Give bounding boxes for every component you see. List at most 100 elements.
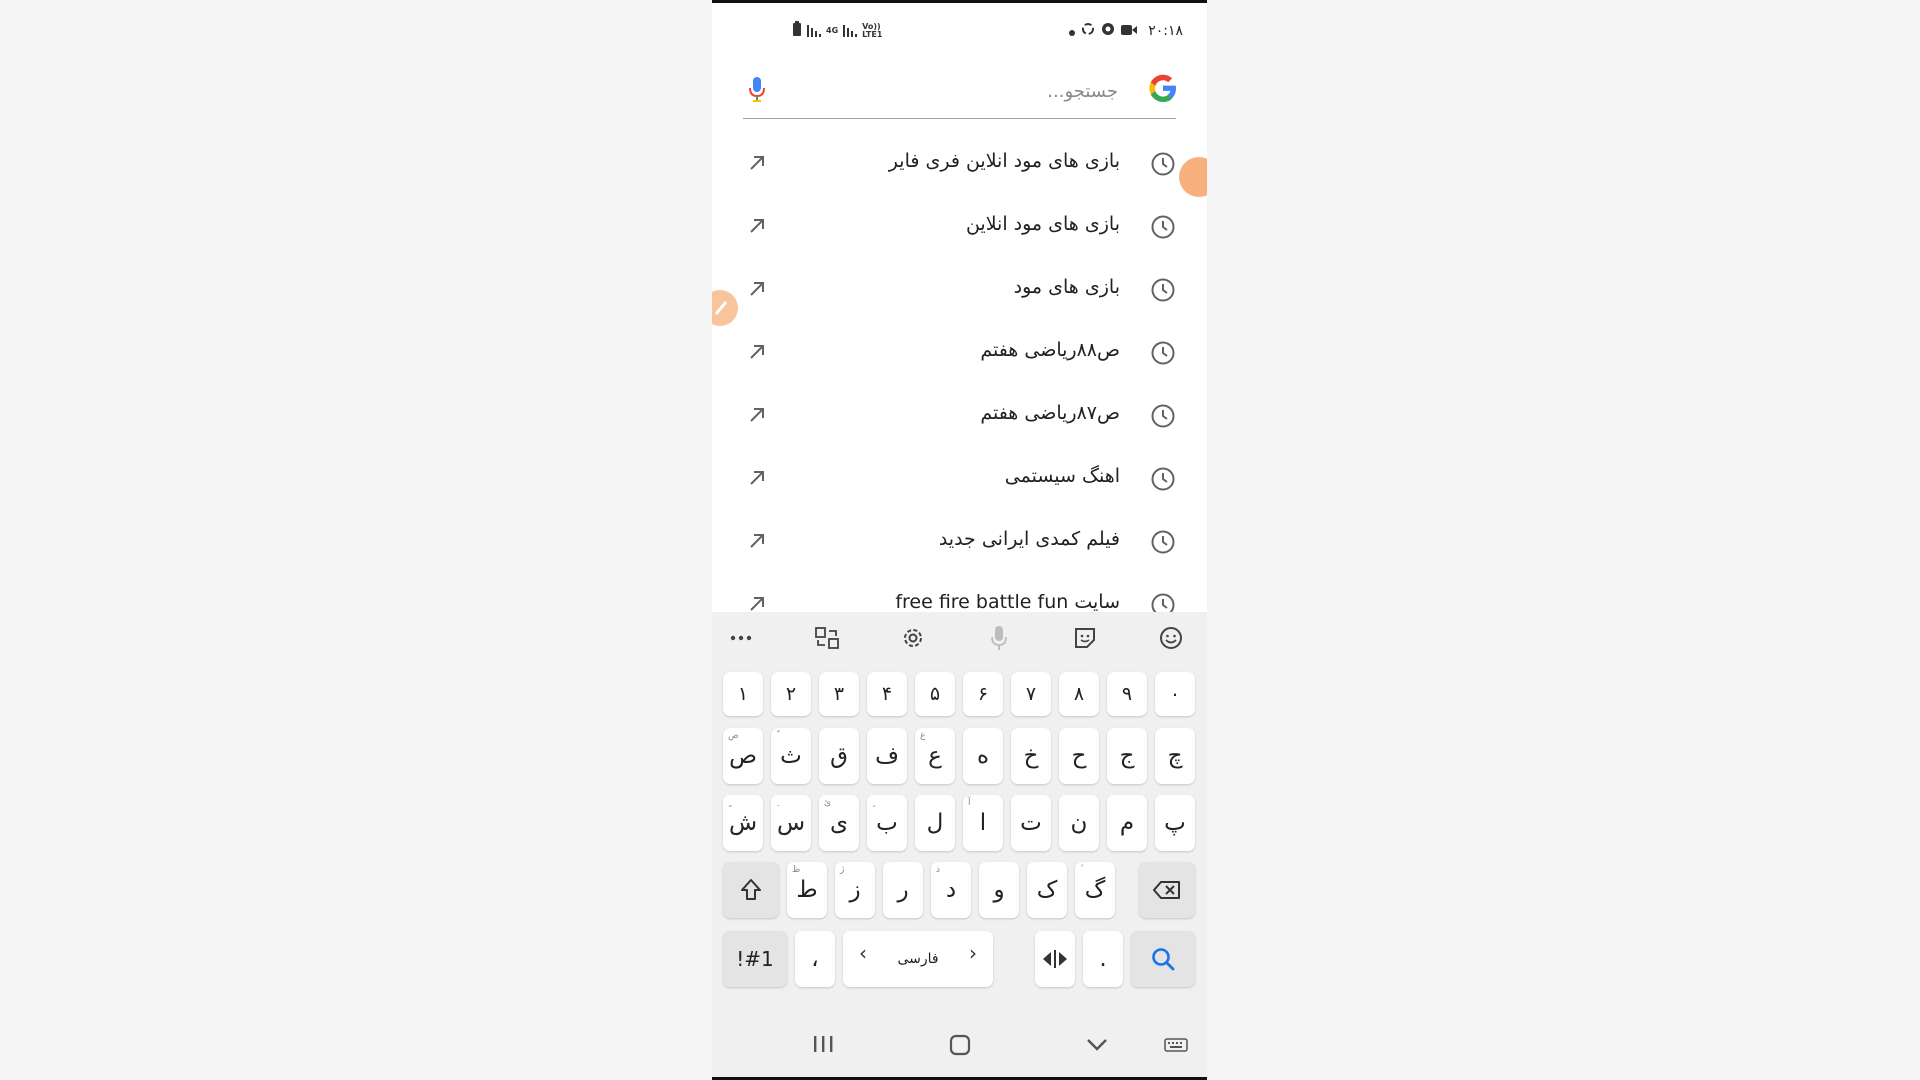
key-label: م <box>1119 810 1135 836</box>
suggestion-item[interactable]: سایت free fire battle fun <box>712 574 1207 613</box>
mic-icon[interactable] <box>985 624 1013 652</box>
key-label: ت <box>1020 810 1042 836</box>
dot-icon <box>1069 21 1075 40</box>
emoji-icon[interactable] <box>1157 624 1185 652</box>
key-label: خ <box>1023 743 1039 769</box>
suggestion-item[interactable]: بازی های مود انلاین فری فایر <box>712 133 1207 196</box>
settings-icon[interactable] <box>899 624 927 652</box>
fill-query-arrow-icon[interactable] <box>746 467 768 489</box>
search-input[interactable] <box>816 75 1120 107</box>
backspace-icon <box>1153 881 1180 899</box>
suggestion-item[interactable]: بازی های مود انلاین <box>712 196 1207 259</box>
key-hint: غ <box>920 731 926 741</box>
shift-key[interactable] <box>723 862 779 918</box>
key-letter[interactable]: م <box>1107 795 1147 851</box>
key-letter[interactable]: ت <box>1011 795 1051 851</box>
suggestion-item[interactable]: بازی های مود <box>712 259 1207 322</box>
key-3[interactable]: ۳ <box>819 672 859 716</box>
search-enter-key[interactable] <box>1131 931 1195 987</box>
key-label: ک <box>1036 877 1058 903</box>
key-6[interactable]: ۶ <box>963 672 1003 716</box>
key-letter[interactable]: ح <box>1059 728 1099 784</box>
key-8[interactable]: ۸ <box>1059 672 1099 716</box>
fill-query-arrow-icon[interactable] <box>746 341 768 363</box>
key-letter[interactable]: غع <box>915 728 955 784</box>
history-clock-icon <box>1150 277 1176 303</box>
key-9[interactable]: ۹ <box>1107 672 1147 716</box>
key-4[interactable]: ۴ <box>867 672 907 716</box>
key-letter[interactable]: و <box>979 862 1019 918</box>
shift-arrow-icon <box>741 879 761 900</box>
symbols-key[interactable]: !#1 <box>723 931 787 987</box>
signal-bars-icon-2 <box>843 22 858 41</box>
key-hint: آ <box>968 798 971 808</box>
fill-query-arrow-icon[interactable] <box>746 530 768 552</box>
fill-query-arrow-icon[interactable] <box>746 593 768 613</box>
fill-query-arrow-icon[interactable] <box>746 152 768 174</box>
sticker-icon[interactable] <box>1071 624 1099 652</box>
suggestion-text: فیلم کمدی ایرانی جدید <box>938 528 1120 550</box>
comma-key[interactable]: ، <box>795 931 835 987</box>
key-letter[interactable]: ف <box>867 728 907 784</box>
key-label: ز <box>849 877 861 903</box>
key-hint: ظ <box>792 865 801 875</box>
key-label: ث <box>780 743 802 769</box>
search-bar[interactable] <box>743 63 1176 119</box>
recent-apps-icon[interactable] <box>812 1034 834 1058</box>
key-letter[interactable]: ک <box>1027 862 1067 918</box>
hide-keyboard-chevron-icon[interactable] <box>1086 1034 1108 1058</box>
key-label: ف <box>875 743 899 769</box>
fill-query-arrow-icon[interactable] <box>746 278 768 300</box>
key-letter[interactable]: پ <box>1155 795 1195 851</box>
suggestion-item[interactable]: فیلم کمدی ایرانی جدید <box>712 511 1207 574</box>
key-letter[interactable]: ٕب <box>867 795 907 851</box>
space-key[interactable]: ‹ فارسی › <box>843 931 993 987</box>
key-letter[interactable]: ل <box>915 795 955 851</box>
key-hint: ذ <box>936 865 941 875</box>
key-letter[interactable]: ِس <box>771 795 811 851</box>
suggestion-text: بازی های مود <box>1013 276 1120 298</box>
key-letter[interactable]: چ <box>1155 728 1195 784</box>
key-1[interactable]: ۱ <box>723 672 763 716</box>
cursor-move-key[interactable] <box>1035 931 1075 987</box>
suggestion-item[interactable]: ص۸۷ریاضی هفتم <box>712 385 1207 448</box>
phone-screen: 4G Vo)) LTE1 ۲۰:۱۸ جستجو... بازی های مود… <box>712 0 1207 1080</box>
key-letter[interactable]: خ <box>1011 728 1051 784</box>
key-hint: ئ <box>824 798 832 808</box>
keyboard-switch-icon[interactable] <box>1164 1034 1188 1058</box>
network-4g-label: 4G <box>826 26 839 35</box>
suggestion-item[interactable]: اهنگ سیستمی <box>712 448 1207 511</box>
key-7[interactable]: ۷ <box>1011 672 1051 716</box>
key-letter[interactable]: ٔگ <box>1075 862 1115 918</box>
home-button-icon[interactable] <box>949 1034 971 1060</box>
key-5[interactable]: ۵ <box>915 672 955 716</box>
key-letter[interactable]: ن <box>1059 795 1099 851</box>
fill-query-arrow-icon[interactable] <box>746 404 768 426</box>
translate-icon[interactable] <box>813 624 841 652</box>
key-letter[interactable]: ئی <box>819 795 859 851</box>
fill-query-arrow-icon[interactable] <box>746 215 768 237</box>
key-0[interactable]: ۰ <box>1155 672 1195 716</box>
key-label: ن <box>1070 810 1088 836</box>
period-key[interactable]: . <box>1083 931 1123 987</box>
key-letter[interactable]: ر <box>883 862 923 918</box>
key-letter[interactable]: ژز <box>835 862 875 918</box>
backspace-key[interactable] <box>1139 862 1195 918</box>
keyboard: ۱ ۲ ۳ ۴ ۵ ۶ ۷ ۸ ۹ ۰ ضص ٌث ق ف غع ه خ ح ج… <box>712 612 1207 1077</box>
history-clock-icon <box>1150 214 1176 240</box>
suggestion-list: بازی های مود انلاین فری فایر بازی های مو… <box>712 133 1207 613</box>
key-letter[interactable]: ظط <box>787 862 827 918</box>
key-letter[interactable]: ضص <box>723 728 763 784</box>
key-letter[interactable]: ٍش <box>723 795 763 851</box>
key-2[interactable]: ۲ <box>771 672 811 716</box>
key-letter[interactable]: ٌث <box>771 728 811 784</box>
key-letter[interactable]: ه <box>963 728 1003 784</box>
voice-search-mic-icon[interactable] <box>747 75 767 103</box>
more-icon[interactable] <box>727 624 755 652</box>
space-chevron-left-icon: ‹ <box>859 941 867 965</box>
key-letter[interactable]: آا <box>963 795 1003 851</box>
key-letter[interactable]: ق <box>819 728 859 784</box>
key-letter[interactable]: ج <box>1107 728 1147 784</box>
key-letter[interactable]: ذد <box>931 862 971 918</box>
suggestion-item[interactable]: ص۸۸ریاضی هفتم <box>712 322 1207 385</box>
